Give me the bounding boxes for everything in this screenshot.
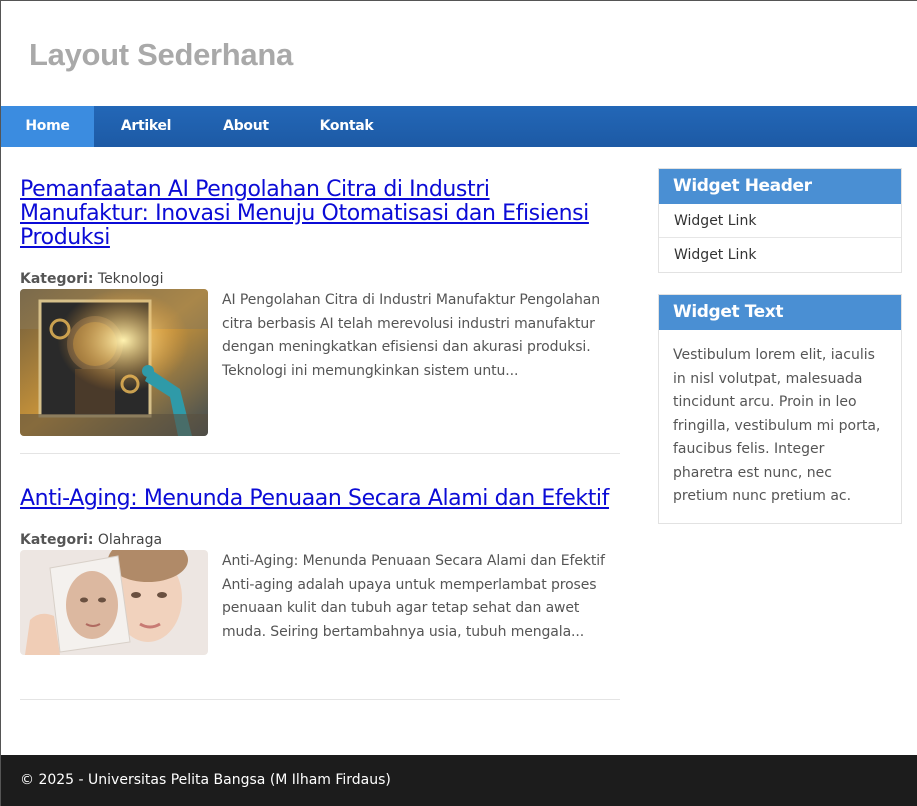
nav-item-artikel[interactable]: Artikel <box>94 106 198 147</box>
widget-link[interactable]: Widget Link <box>659 238 901 272</box>
widget-text: Widget Text Vestibulum lorem elit, iacul… <box>658 294 902 524</box>
article-title-link[interactable]: Anti-Aging: Menunda Penuaan Secara Alami… <box>20 486 609 511</box>
article-excerpt: Anti-Aging: Menunda Penuaan Secara Alami… <box>222 553 605 640</box>
article-card: Anti-Aging: Menunda Penuaan Secara Alami… <box>20 454 620 700</box>
widget-header-title: Widget Header <box>659 169 901 204</box>
widget-text-body: Vestibulum lorem elit, iaculis in nisl v… <box>673 347 881 504</box>
article-body: Anti-Aging: Menunda Penuaan Secara Alami… <box>20 550 620 655</box>
sidebar: Widget Header Widget Link Widget Link Wi… <box>658 168 902 545</box>
article-list: Pemanfaatan AI Pengolahan Citra di Indus… <box>20 166 620 700</box>
article-meta: Kategori: Teknologi <box>20 271 620 287</box>
nav-item-about[interactable]: About <box>198 106 294 147</box>
category-label: Kategori: <box>20 532 94 548</box>
article-title-link[interactable]: Pemanfaatan AI Pengolahan Citra di Indus… <box>20 177 589 250</box>
article-meta: Kategori: Olahraga <box>20 532 620 548</box>
category-label: Kategori: <box>20 271 94 287</box>
widget-links: Widget Header Widget Link Widget Link <box>658 168 902 273</box>
main-nav: Home Artikel About Kontak <box>1 106 917 147</box>
article-excerpt: AI Pengolahan Citra di Industri Manufakt… <box>222 292 601 379</box>
article-card: Pemanfaatan AI Pengolahan Citra di Indus… <box>20 166 620 454</box>
article-body: AI Pengolahan Citra di Industri Manufakt… <box>20 289 620 436</box>
site-title[interactable]: Layout Sederhana <box>29 37 917 73</box>
article-thumbnail-ai-robot[interactable] <box>20 289 208 436</box>
article-thumbnail-face-mask[interactable] <box>20 550 208 655</box>
site-header: Layout Sederhana <box>1 1 917 106</box>
category-value: Teknologi <box>97 271 164 287</box>
nav-item-home[interactable]: Home <box>1 106 94 147</box>
footer-copyright: © 2025 - Universitas Pelita Bangsa (M Il… <box>20 772 391 788</box>
page-frame: Layout Sederhana Home Artikel About Kont… <box>0 0 917 806</box>
category-value: Olahraga <box>97 532 163 548</box>
widget-link[interactable]: Widget Link <box>659 204 901 238</box>
site-footer: © 2025 - Universitas Pelita Bangsa (M Il… <box>1 755 917 806</box>
nav-item-kontak[interactable]: Kontak <box>294 106 399 147</box>
widget-text-title: Widget Text <box>659 295 901 330</box>
